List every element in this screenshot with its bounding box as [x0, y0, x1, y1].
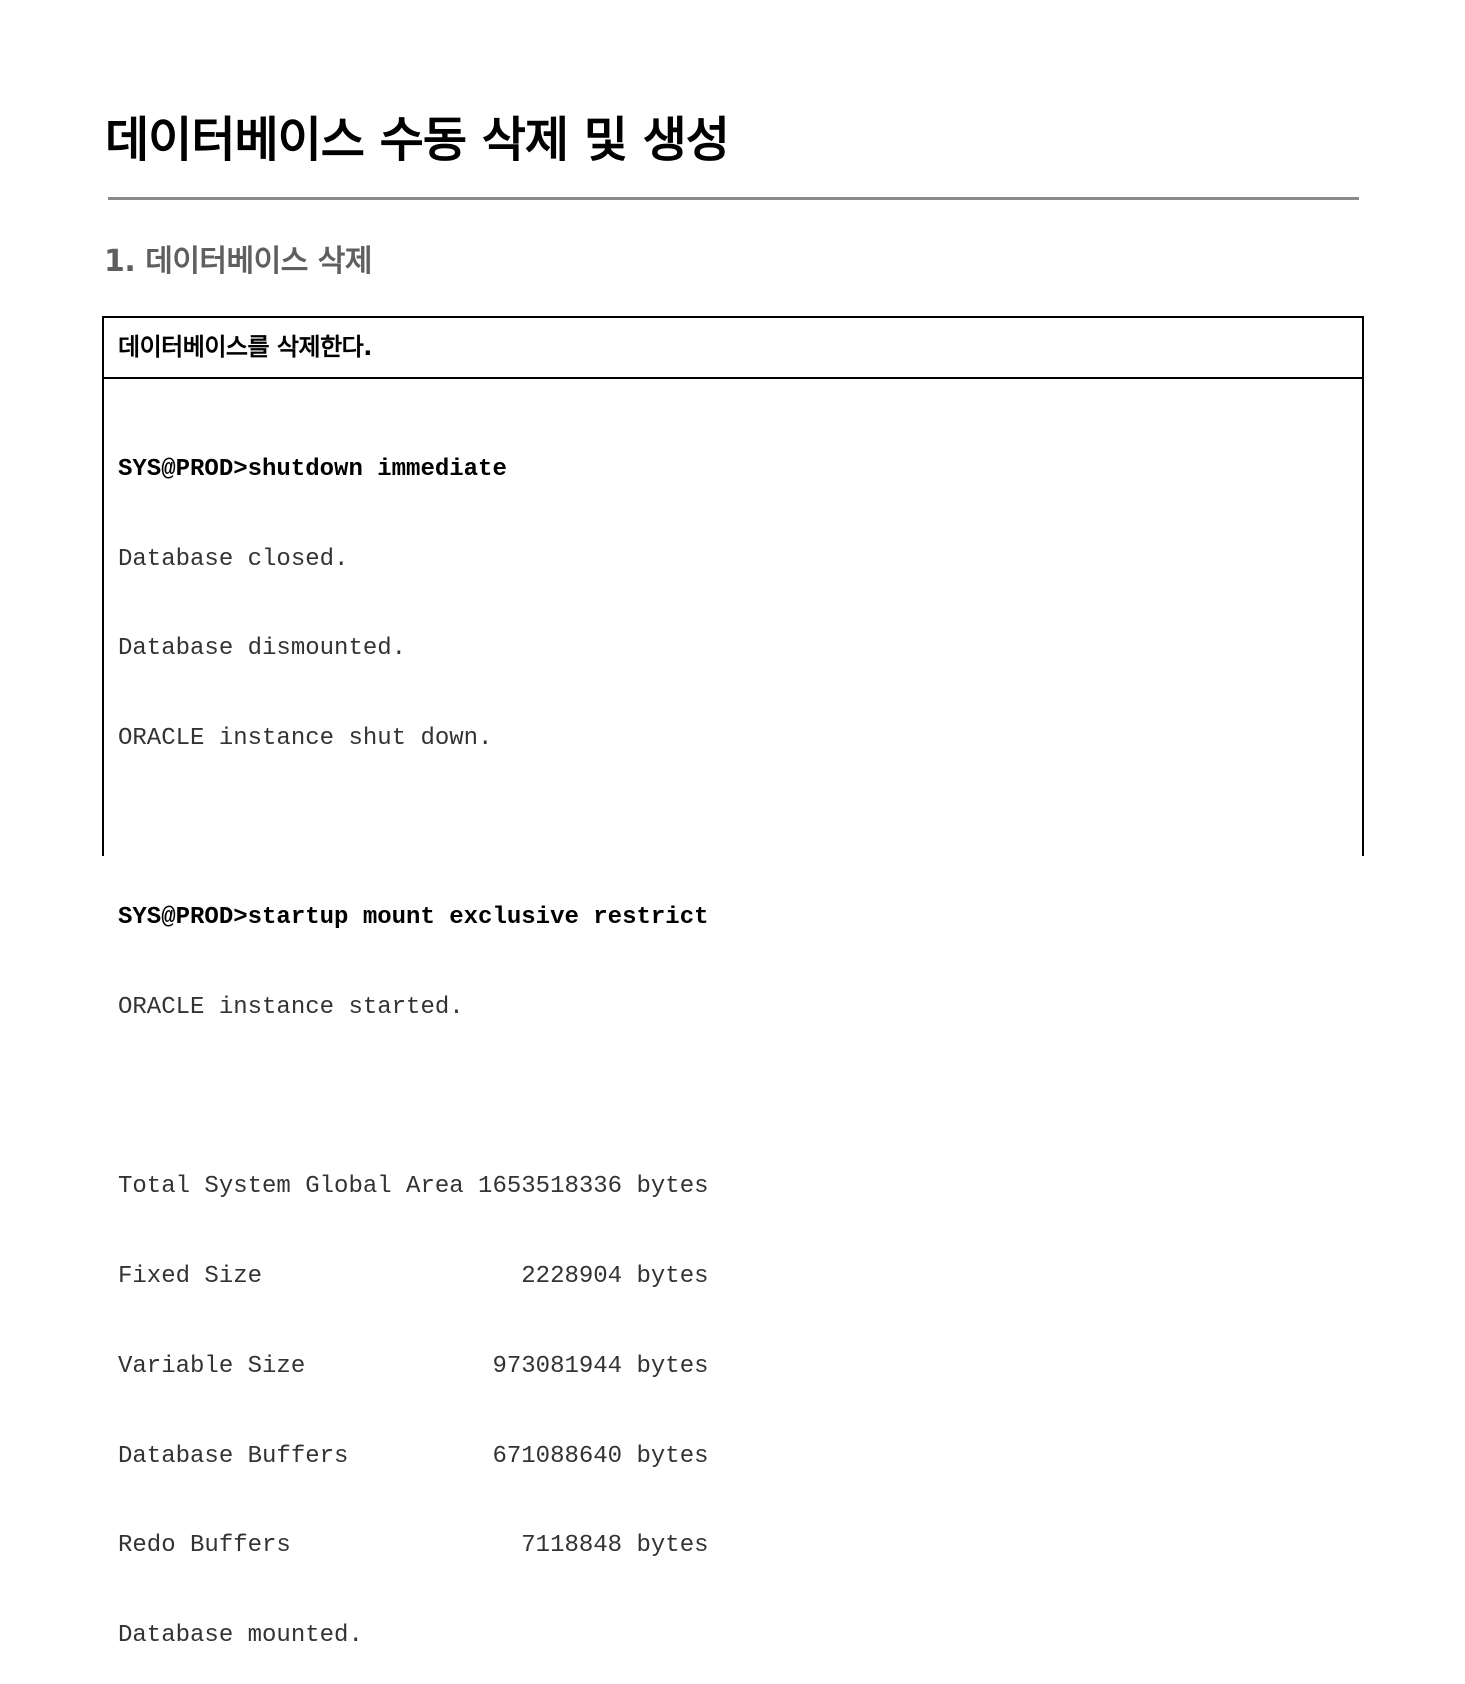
code-line-output: Redo Buffers 7118848 bytes [118, 1532, 709, 1560]
code-line-command: SYS@PROD>shutdown immediate [118, 455, 507, 483]
code-line-output: ORACLE instance started. [118, 994, 464, 1022]
code-line-output: Total System Global Area 1653518336 byte… [118, 1173, 709, 1201]
code-line-output: Database closed. [118, 545, 349, 573]
code-line-output: Database mounted. [118, 1621, 363, 1649]
code-line-output: Fixed Size 2228904 bytes [118, 1263, 709, 1291]
code-line-command: SYS@PROD>startup mount exclusive restric… [118, 904, 709, 932]
document-title: 데이터베이스 수동 삭제 및 생성 [105, 112, 730, 168]
code-line-output: ORACLE instance shut down. [118, 724, 493, 752]
code-line-output: Database Buffers 671088640 bytes [118, 1442, 709, 1470]
code-block: SYS@PROD>shutdown immediate Database clo… [104, 379, 1362, 1684]
code-box-header: 데이터베이스를 삭제한다. [104, 318, 1362, 379]
code-line-output: Variable Size 973081944 bytes [118, 1352, 709, 1380]
section-heading: 1. 데이터베이스 삭제 [104, 244, 372, 279]
code-box: 데이터베이스를 삭제한다. SYS@PROD>shutdown immediat… [102, 316, 1364, 1649]
code-line-output: Database dismounted. [118, 635, 407, 663]
title-divider [108, 197, 1359, 200]
